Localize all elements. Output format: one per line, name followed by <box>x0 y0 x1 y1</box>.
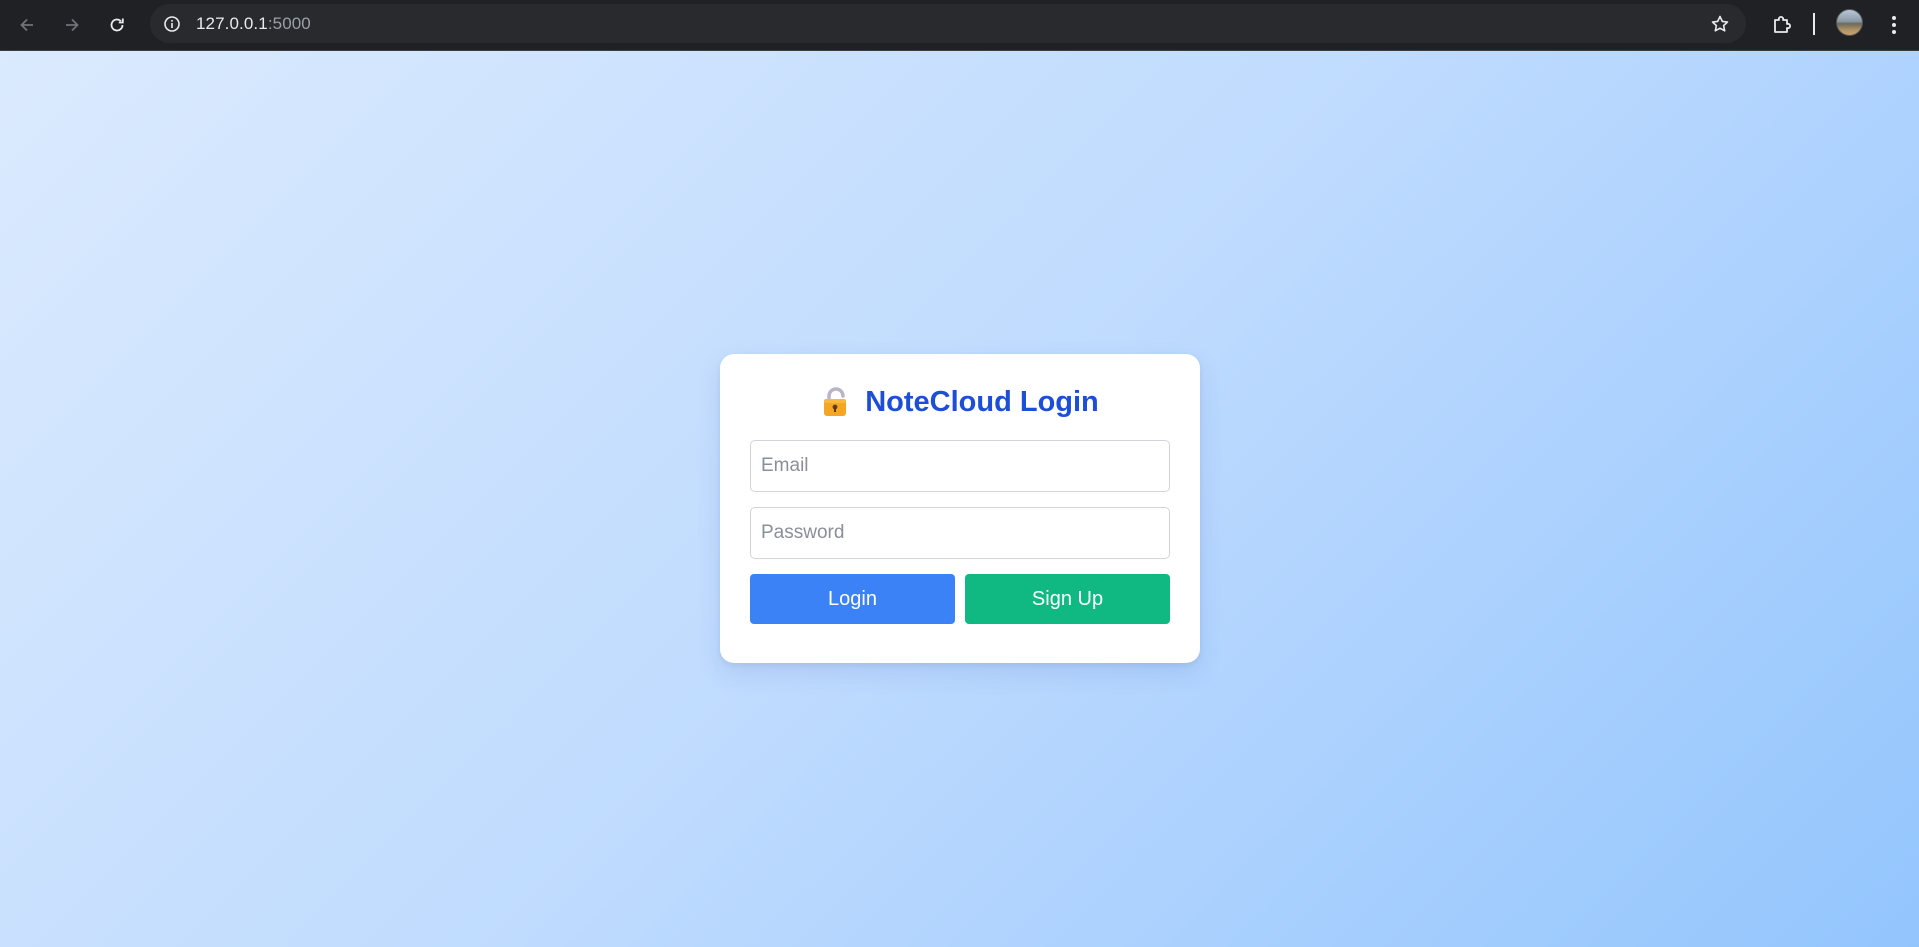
reload-icon <box>110 18 124 32</box>
address-bar[interactable]: 127.0.0.1:5000 <box>150 4 1746 43</box>
url-text[interactable]: 127.0.0.1:5000 <box>196 14 311 34</box>
toolbar-divider <box>1813 13 1815 35</box>
arrow-left-icon <box>20 18 33 32</box>
info-icon <box>164 15 180 32</box>
lock-icon <box>824 387 847 416</box>
page-viewport: NoteCloud Login Login Sign Up <box>0 51 1919 947</box>
site-info-button[interactable] <box>158 10 186 38</box>
password-input[interactable] <box>750 507 1170 559</box>
bookmark-button[interactable] <box>1706 10 1734 38</box>
puzzle-icon <box>1774 16 1791 33</box>
url-port: :5000 <box>267 13 311 33</box>
login-title-text: NoteCloud Login <box>865 385 1099 418</box>
login-button[interactable]: Login <box>750 574 955 624</box>
email-input[interactable] <box>750 440 1170 492</box>
url-host: 127.0.0.1 <box>196 13 268 33</box>
star-icon <box>1711 15 1729 32</box>
signup-button[interactable]: Sign Up <box>965 574 1170 624</box>
arrow-right-icon <box>66 18 79 32</box>
login-title: NoteCloud Login <box>750 384 1170 420</box>
profile-avatar[interactable] <box>1836 9 1863 36</box>
back-button[interactable] <box>11 9 43 41</box>
kebab-menu-icon <box>1892 16 1896 34</box>
forward-button[interactable] <box>56 9 88 41</box>
reload-button[interactable] <box>101 9 133 41</box>
browser-menu-button[interactable] <box>1880 9 1908 41</box>
browser-toolbar: 127.0.0.1:5000 <box>0 0 1919 51</box>
extensions-button[interactable] <box>1766 9 1798 41</box>
button-row: Login Sign Up <box>750 574 1170 624</box>
login-card: NoteCloud Login Login Sign Up <box>720 354 1200 663</box>
